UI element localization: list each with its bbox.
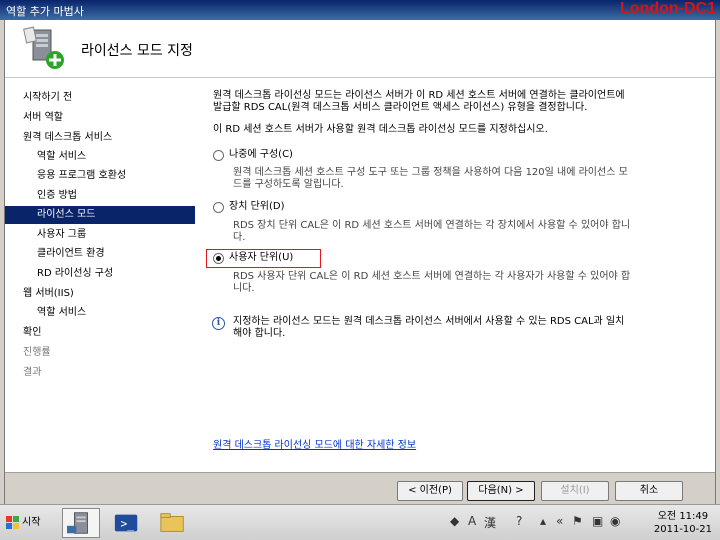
option-label-configure-later[interactable]: 나중에 구성(C) bbox=[229, 149, 293, 161]
nav-step[interactable]: 원격 데스크톱 서비스 bbox=[5, 129, 195, 147]
wizard-window: 라이선스 모드 지정 시작하기 전 서버 역할 원격 데스크톱 서비스 역할 서… bbox=[4, 20, 716, 504]
nav-step-selected[interactable]: 라이선스 모드 bbox=[5, 206, 195, 224]
option-desc-line1: RDS 장치 단위 CAL은 이 RD 세션 호스트 서버에 연결하는 각 장치… bbox=[233, 220, 631, 231]
more-info-link[interactable]: 원격 데스크톱 라이선싱 모드에 대한 자세한 정보 bbox=[213, 436, 416, 451]
clock-time: 오전 11:49 bbox=[657, 511, 709, 522]
volume-muted-icon[interactable]: ◉ bbox=[610, 514, 620, 528]
intro-text-line1: 원격 데스크톱 라이선싱 모드는 라이선스 서버가 이 RD 세션 호스트 서버… bbox=[213, 90, 625, 101]
start-button[interactable]: 시작 bbox=[2, 511, 46, 535]
instruction-text: 이 RD 세션 호스트 서버가 사용할 원격 데스크톱 라이선싱 모드를 지정하… bbox=[213, 124, 548, 135]
powershell-taskbar-button[interactable]: >_ bbox=[108, 508, 146, 538]
nav-step[interactable]: 역할 서비스 bbox=[5, 304, 195, 322]
cancel-button[interactable]: 취소 bbox=[615, 481, 683, 501]
option-desc-line1: RDS 사용자 단위 CAL은 이 RD 세션 호스트 서버에 연결하는 각 사… bbox=[233, 271, 631, 282]
language-bar-icon[interactable]: ◆ bbox=[450, 514, 459, 528]
back-button[interactable]: < 이전(P) bbox=[397, 481, 463, 501]
install-button: 설치(I) bbox=[541, 481, 609, 501]
option-desc-line1: 원격 데스크톱 세션 호스트 구성 도구 또는 그룹 정책을 사용하여 다음 1… bbox=[233, 167, 628, 178]
network-icon[interactable]: ▣ bbox=[592, 514, 603, 528]
start-label: 시작 bbox=[22, 517, 41, 528]
page-title: 라이선스 모드 지정 bbox=[81, 43, 193, 59]
intro-text-line2: 발급할 RDS CAL(원격 데스크톱 서비스 클라이언트 액세스 라이선스) … bbox=[213, 102, 588, 113]
next-button[interactable]: 다음(N) > bbox=[467, 481, 535, 501]
help-icon[interactable]: ? bbox=[516, 514, 522, 528]
wizard-steps-nav: 시작하기 전 서버 역할 원격 데스크톱 서비스 역할 서비스 응용 프로그램 … bbox=[5, 79, 195, 472]
radio-per-device[interactable] bbox=[213, 202, 224, 213]
system-clock[interactable]: 오전 11:49 2011-10-21 bbox=[654, 510, 712, 536]
option-desc-line2: 니다. bbox=[233, 283, 255, 294]
nav-step[interactable]: 사용자 그룹 bbox=[5, 226, 195, 244]
radio-configure-later[interactable] bbox=[213, 150, 224, 161]
nav-step[interactable]: 확인 bbox=[5, 324, 195, 342]
clock-date: 2011-10-21 bbox=[653, 524, 712, 535]
nav-step[interactable]: RD 라이선싱 구성 bbox=[5, 265, 195, 283]
host-label: London-DC1 bbox=[620, 0, 716, 17]
option-desc-line2: 다. bbox=[233, 232, 246, 243]
folder-icon bbox=[160, 513, 184, 532]
nav-step[interactable]: 클라이언트 환경 bbox=[5, 245, 195, 263]
server-add-icon bbox=[23, 26, 64, 69]
nav-step-disabled: 진행률 bbox=[23, 347, 51, 358]
server-manager-icon bbox=[67, 512, 88, 534]
nav-step[interactable]: 인증 방법 bbox=[5, 187, 195, 205]
nav-step-disabled: 결과 bbox=[23, 367, 42, 378]
ime-hanja[interactable]: 漢 bbox=[484, 514, 496, 531]
server-manager-taskbar-button[interactable] bbox=[62, 508, 100, 538]
window-title: 역할 추가 마법사 bbox=[6, 5, 84, 18]
explorer-taskbar-button[interactable] bbox=[154, 508, 192, 538]
nav-step[interactable]: 시작하기 전 bbox=[5, 89, 195, 107]
system-tray: ◆ A 漢 ? ▴ « ⚑ ▣ ◉ 오전 11:49 2011-10-21 bbox=[444, 509, 718, 537]
taskbar: 시작 >_ ◆ A 漢 ? ▴ « ⚑ ▣ ◉ 오전 11:49 2011-10… bbox=[0, 504, 720, 540]
windows-logo-icon bbox=[6, 516, 19, 529]
tray-chevron-icon[interactable]: « bbox=[556, 514, 563, 528]
tray-expand-icon[interactable]: ▴ bbox=[540, 514, 546, 528]
option-desc-line2: 드를 구성하도록 알립니다. bbox=[233, 179, 344, 190]
ime-mode-a[interactable]: A bbox=[468, 514, 476, 528]
powershell-icon: >_ bbox=[114, 514, 138, 532]
wizard-body: 시작하기 전 서버 역할 원격 데스크톱 서비스 역할 서비스 응용 프로그램 … bbox=[5, 79, 715, 472]
nav-step[interactable]: 역할 서비스 bbox=[5, 148, 195, 166]
window-titlebar[interactable]: 역할 추가 마법사 London-DC1 bbox=[0, 0, 720, 20]
nav-step[interactable]: 응용 프로그램 호환성 bbox=[5, 167, 195, 185]
info-text-line1: 지정하는 라이선스 모드는 원격 데스크톱 라이선스 서버에서 사용할 수 있는… bbox=[233, 316, 625, 327]
nav-step[interactable]: 서버 역할 bbox=[5, 109, 195, 127]
nav-step[interactable]: 웹 서버(IIS) bbox=[5, 285, 195, 303]
option-label-per-user[interactable]: 사용자 단위(U) bbox=[229, 252, 293, 264]
wizard-content: 원격 데스크톱 라이선싱 모드는 라이선스 서버가 이 RD 세션 호스트 서버… bbox=[205, 79, 705, 472]
wizard-header: 라이선스 모드 지정 bbox=[5, 20, 715, 78]
radio-per-user[interactable] bbox=[213, 253, 224, 264]
info-icon: i bbox=[212, 317, 225, 330]
option-label-per-device[interactable]: 장치 단위(D) bbox=[229, 201, 284, 213]
info-text-line2: 해야 합니다. bbox=[233, 328, 286, 339]
action-center-flag-icon[interactable]: ⚑ bbox=[572, 514, 583, 528]
svg-text:>_: >_ bbox=[120, 518, 134, 531]
wizard-footer: < 이전(P) 다음(N) > 설치(I) 취소 bbox=[5, 472, 715, 504]
